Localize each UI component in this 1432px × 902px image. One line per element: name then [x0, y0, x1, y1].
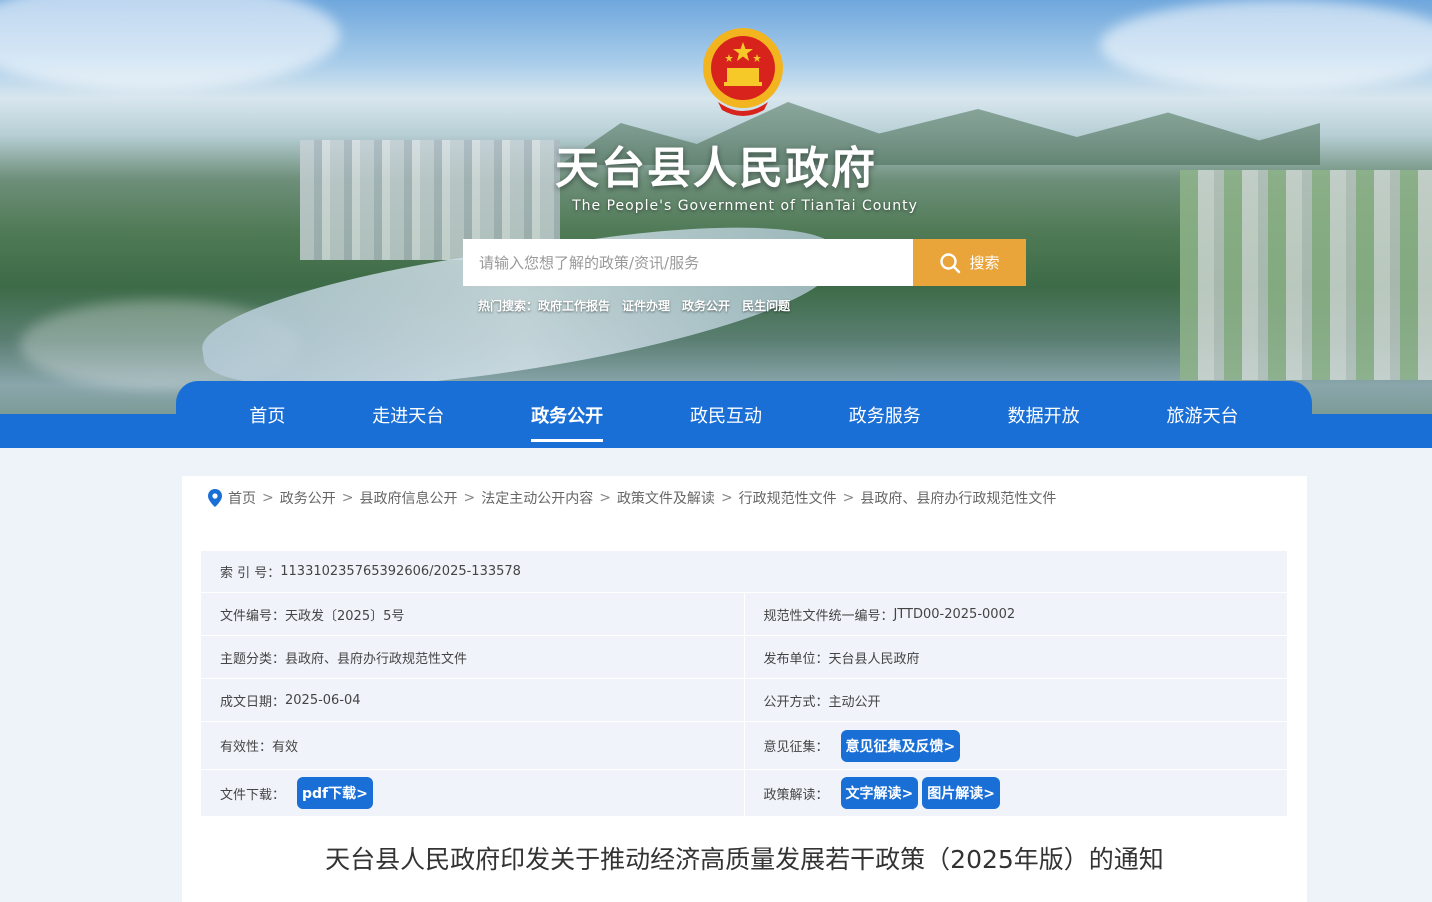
meta-value: 有效 [272, 740, 299, 755]
hot-search: 热门搜索： 政府工作报告 证件办理 政务公开 民生问题 [478, 297, 790, 314]
breadcrumb-separator: > [341, 490, 354, 506]
breadcrumb-separator: > [720, 490, 733, 506]
breadcrumb-separator: > [842, 490, 855, 506]
meta-cell-date: 成文日期： 2025-06-04 [201, 679, 744, 721]
meta-value: 县政府、县府办行政规范性文件 [285, 651, 468, 667]
meta-value: 天政发〔2025〕5号 [285, 608, 405, 624]
national-emblem-icon [703, 28, 783, 116]
meta-cell-validity: 有效性： 有效 [201, 722, 744, 769]
breadcrumb-item[interactable]: 政务公开 [280, 488, 336, 508]
text-interpretation-button[interactable]: 文字解读> [840, 777, 919, 809]
hot-search-link[interactable]: 政务公开 [682, 297, 730, 314]
meta-row: 有效性： 有效 意见征集： 意见征集及反馈> [201, 722, 1287, 770]
hot-search-label: 热门搜索： [478, 299, 539, 313]
breadcrumb-item[interactable]: 政策文件及解读 [617, 488, 715, 508]
meta-row: 成文日期： 2025-06-04 公开方式： 主动公开 [201, 679, 1287, 722]
meta-cell-feedback: 意见征集： 意见征集及反馈> [743, 722, 1288, 769]
search-bar: 搜索 [463, 239, 1026, 286]
breadcrumb-item[interactable]: 县政府、县府办行政规范性文件 [860, 488, 1056, 508]
meta-cell-issuer: 发布单位： 天台县人民政府 [743, 636, 1288, 678]
meta-label: 主题分类： [220, 651, 286, 667]
meta-label: 索 引 号： [220, 566, 281, 581]
breadcrumb-item[interactable]: 首页 [228, 488, 256, 508]
breadcrumb: 首页 > 政务公开 > 县政府信息公开 > 法定主动公开内容 > 政策文件及解读… [208, 488, 1056, 508]
meta-cell-download: 文件下载： pdf下载> [201, 770, 744, 816]
site-subtitle: The People's Government of TianTai Count… [572, 198, 918, 214]
main-nav: 首页 走进天台 政务公开 政民互动 政务服务 数据开放 旅游天台 [176, 381, 1312, 448]
meta-label: 文件编号： [220, 608, 286, 624]
meta-label: 公开方式： [763, 694, 829, 710]
meta-cell-unified-no: 规范性文件统一编号： JTTD00-2025-0002 [743, 593, 1288, 635]
cloud-decoration [1100, 0, 1432, 90]
meta-value: 天台县人民政府 [828, 651, 920, 667]
pdf-download-button[interactable]: pdf下载> [297, 777, 373, 809]
meta-row: 主题分类： 县政府、县府办行政规范性文件 发布单位： 天台县人民政府 [201, 636, 1287, 679]
nav-item-interaction[interactable]: 政民互动 [676, 392, 776, 438]
breadcrumb-item[interactable]: 行政规范性文件 [739, 488, 837, 508]
feedback-button[interactable]: 意见征集及反馈> [840, 729, 961, 762]
meta-label: 文件下载： [220, 787, 286, 803]
meta-label: 规范性文件统一编号： [763, 608, 894, 624]
nav-item-gov-affairs-open[interactable]: 政务公开 [517, 392, 617, 442]
location-pin-icon [208, 489, 222, 507]
search-button-label: 搜索 [969, 254, 1000, 272]
nav-item-services[interactable]: 政务服务 [835, 392, 935, 438]
breadcrumb-item[interactable]: 法定主动公开内容 [481, 488, 593, 508]
breadcrumb-separator: > [262, 490, 274, 506]
meta-label: 有效性： [220, 740, 273, 755]
image-interpretation-button[interactable]: 图片解读> [922, 777, 1000, 809]
breadcrumb-item[interactable]: 县政府信息公开 [359, 488, 457, 508]
document-meta-table: 索 引 号： 113310235765392606/2025-133578 文件… [201, 551, 1287, 817]
meta-value: JTTD00-2025-0002 [893, 606, 1016, 622]
meta-value: 113310235765392606/2025-133578 [280, 564, 521, 579]
main-content: 首页 > 政务公开 > 县政府信息公开 > 法定主动公开内容 > 政策文件及解读… [182, 476, 1307, 902]
site-title: 天台县人民政府 [555, 143, 877, 194]
breadcrumb-separator: > [599, 490, 611, 506]
search-input[interactable] [463, 239, 913, 286]
meta-row: 索 引 号： 113310235765392606/2025-133578 [201, 551, 1287, 593]
nav-item-open-data[interactable]: 数据开放 [994, 392, 1094, 438]
meta-cell-interpretation: 政策解读： 文字解读> 图片解读> [743, 770, 1288, 816]
meta-value: 2025-06-04 [285, 692, 361, 708]
cloud-decoration [0, 0, 340, 90]
nav-item-about[interactable]: 走进天台 [358, 392, 458, 438]
search-icon [940, 252, 961, 273]
meta-label: 发布单位： [763, 651, 829, 667]
meta-row: 文件编号： 天政发〔2025〕5号 规范性文件统一编号： JTTD00-2025… [201, 593, 1287, 636]
hot-search-link[interactable]: 政府工作报告 [538, 297, 610, 314]
header-banner: 天台县人民政府 The People's Government of TianT… [0, 0, 1432, 448]
meta-label: 成文日期： [220, 694, 286, 710]
document-title: 天台县人民政府印发关于推动经济高质量发展若干政策（2025年版）的通知 [325, 845, 1164, 874]
meta-cell-topic: 主题分类： 县政府、县府办行政规范性文件 [201, 636, 744, 678]
meta-cell-open-method: 公开方式： 主动公开 [743, 679, 1288, 721]
hot-search-link[interactable]: 民生问题 [742, 297, 790, 314]
meta-value: 主动公开 [828, 694, 881, 710]
meta-cell-doc-no: 文件编号： 天政发〔2025〕5号 [201, 593, 744, 635]
meta-label: 意见征集： [763, 740, 829, 755]
search-button[interactable]: 搜索 [913, 239, 1026, 286]
nav-item-tourism[interactable]: 旅游天台 [1152, 392, 1252, 438]
meta-row: 文件下载： pdf下载> 政策解读： 文字解读> 图片解读> [201, 770, 1287, 817]
meta-label: 政策解读： [763, 787, 829, 803]
meta-cell-index: 索 引 号： 113310235765392606/2025-133578 [201, 551, 1287, 592]
breadcrumb-separator: > [463, 490, 476, 506]
nav-item-home[interactable]: 首页 [235, 392, 299, 438]
hot-search-link[interactable]: 证件办理 [622, 297, 670, 314]
